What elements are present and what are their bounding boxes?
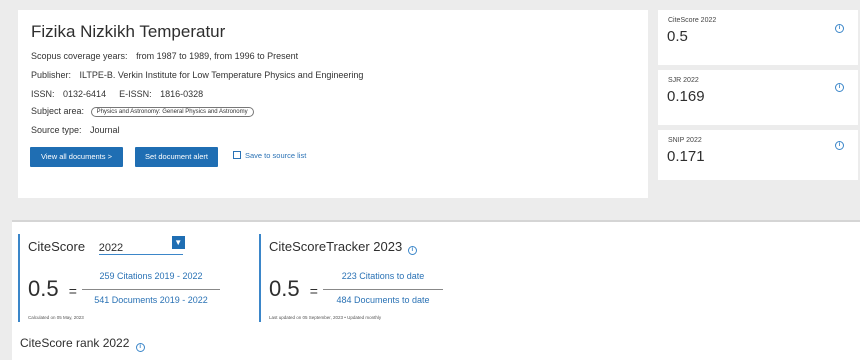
- eissn-label: E-ISSN:: [119, 89, 152, 99]
- sjr-metric-card: SJR 2022 0.169 i: [658, 70, 858, 125]
- citescore-numerator-link[interactable]: 259 Citations 2019 - 2022: [82, 271, 220, 281]
- metric-value: 0.5: [667, 28, 688, 45]
- issn-label: ISSN:: [31, 89, 55, 99]
- publisher-label: Publisher:: [31, 70, 72, 80]
- metric-label: CiteScore 2022: [668, 17, 717, 24]
- publisher-line: Publisher: ILTPE-B. Verkin Institute for…: [31, 70, 363, 80]
- view-all-documents-button[interactable]: View all documents >: [30, 147, 123, 167]
- subject-area-chip[interactable]: Physics and Astronomy: General Physics a…: [90, 106, 254, 117]
- publisher-value: ILTPE-B. Verkin Institute for Low Temper…: [79, 70, 364, 80]
- coverage-label: Scopus coverage years:: [31, 51, 128, 61]
- metric-label: SNIP 2022: [668, 137, 702, 144]
- info-icon[interactable]: i: [407, 246, 417, 255]
- bookmark-icon: [233, 151, 241, 159]
- citescore-calculated-note: Calculated on 05 May, 2023: [28, 315, 84, 320]
- subject-label: Subject area:: [31, 106, 85, 116]
- citescore-heading-row: CiteScore 2022 ▼: [28, 236, 185, 255]
- info-icon[interactable]: i: [835, 24, 844, 33]
- issn-value: 0132-6414: [63, 89, 107, 99]
- save-to-source-list-label: Save to source list: [245, 151, 307, 160]
- fraction-line: [82, 289, 220, 290]
- set-document-alert-button[interactable]: Set document alert: [135, 147, 218, 167]
- citescore-metric-card: CiteScore 2022 0.5 i: [658, 10, 858, 65]
- tracker-block: CiteScoreTracker 2023 i 0.5 = 223 Citati…: [259, 234, 461, 322]
- citescore-panel: CiteScore 2022 ▼ 0.5 = 259 Citations 201…: [12, 220, 860, 360]
- citescore-rank-heading: CiteScore rank 2022: [20, 336, 130, 350]
- source-type-label: Source type:: [31, 125, 82, 135]
- source-title: Fizika Nizkikh Temperatur: [31, 22, 226, 41]
- metric-value: 0.171: [667, 148, 705, 165]
- metric-value: 0.169: [667, 88, 705, 105]
- subject-line: Subject area: Physics and Astronomy: Gen…: [31, 106, 254, 117]
- tracker-value-row: 0.5 =: [269, 276, 318, 302]
- save-to-source-list-link[interactable]: Save to source list: [233, 151, 306, 160]
- citescore-rank-heading-row: CiteScore rank 2022 i: [20, 336, 145, 352]
- citescore-block: CiteScore 2022 ▼ 0.5 = 259 Citations 201…: [18, 234, 230, 322]
- chevron-down-icon[interactable]: ▼: [171, 236, 185, 249]
- equals-sign: =: [68, 283, 77, 299]
- info-icon[interactable]: i: [135, 343, 145, 352]
- citescore-value-row: 0.5 =: [28, 276, 77, 302]
- tracker-heading-row: CiteScoreTracker 2023 i: [269, 239, 417, 255]
- info-icon[interactable]: i: [835, 83, 844, 92]
- citescore-year-value: 2022: [98, 242, 124, 254]
- fraction-line: [323, 289, 443, 290]
- citescore-denominator-link[interactable]: 541 Documents 2019 - 2022: [82, 295, 220, 305]
- citescore-heading: CiteScore: [28, 239, 86, 254]
- source-type-line: Source type: Journal: [31, 125, 120, 135]
- source-details-card: Fizika Nizkikh Temperatur Scopus coverag…: [18, 10, 648, 198]
- tracker-updated-note: Last updated on 05 September, 2023 • Upd…: [269, 315, 382, 320]
- tracker-numerator-link[interactable]: 223 Citations to date: [323, 271, 443, 281]
- equals-sign: =: [309, 283, 318, 299]
- eissn-value: 1816-0328: [160, 89, 204, 99]
- issn-line: ISSN: 0132-6414 E-ISSN: 1816-0328: [31, 89, 203, 99]
- tracker-heading: CiteScoreTracker 2023: [269, 239, 403, 254]
- source-type-value: Journal: [90, 125, 120, 135]
- citescore-year-select[interactable]: 2022 ▼: [98, 236, 185, 255]
- metric-label: SJR 2022: [668, 77, 699, 84]
- tracker-denominator-link[interactable]: 484 Documents to date: [323, 295, 443, 305]
- coverage-line: Scopus coverage years: from 1987 to 1989…: [31, 51, 298, 61]
- coverage-value: from 1987 to 1989, from 1996 to Present: [136, 51, 299, 61]
- tracker-value: 0.5: [269, 276, 300, 301]
- snip-metric-card: SNIP 2022 0.171 i: [658, 130, 858, 180]
- info-icon[interactable]: i: [835, 141, 844, 150]
- citescore-value: 0.5: [28, 276, 59, 301]
